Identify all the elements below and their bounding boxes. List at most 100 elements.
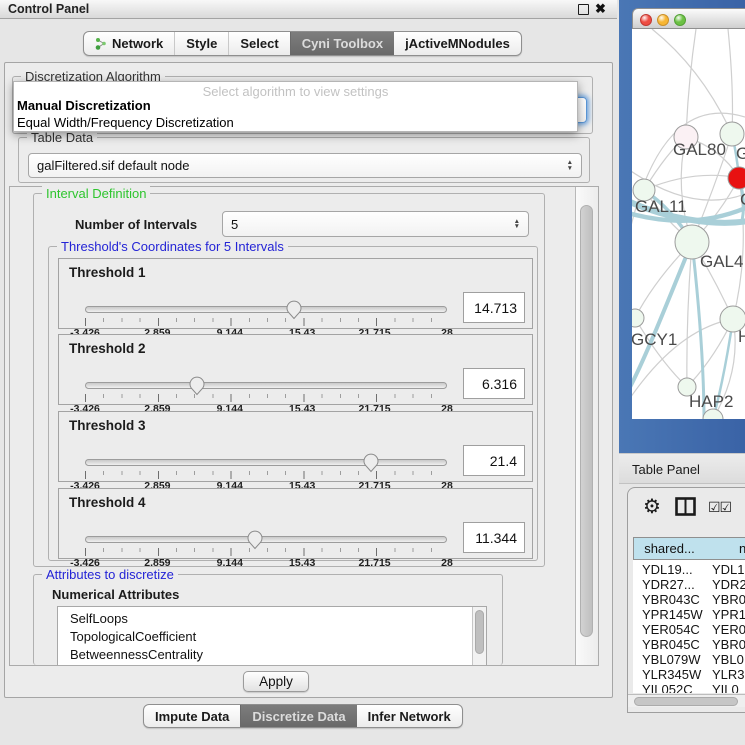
table-data-selected: galFiltered.sif default node	[37, 158, 567, 173]
node-label-gal4: GAL4	[700, 252, 743, 271]
network-window-titlebar[interactable]	[632, 8, 745, 29]
threshold-1-value-field[interactable]	[463, 292, 525, 323]
table-panel-window: ⚙ ☑☑ shared... n YDL19... YDL1 YDR27... …	[627, 487, 745, 713]
scrollbar-thumb[interactable]	[475, 610, 484, 654]
tab-impute-data[interactable]: Impute Data	[144, 705, 240, 727]
table-cell[interactable]: YLR345W	[642, 667, 701, 682]
threshold-2-slider-track[interactable]	[85, 382, 447, 389]
node-label-partial: C	[740, 190, 745, 209]
dropdown-option-equal-width[interactable]: Equal Width/Frequency Discretization	[14, 114, 577, 131]
network-graph: GAL80 G C GAL11 GAL4 H GCY1 HAP2	[632, 29, 745, 419]
node-label-gcy1: GCY1	[632, 330, 677, 349]
combo-stepper-icon: ▲▼	[514, 219, 520, 230]
minimize-traffic-light-icon[interactable]	[657, 14, 669, 26]
number-of-intervals-combobox[interactable]: 5 ▲▼	[222, 211, 529, 237]
threshold-1-slider-track[interactable]	[85, 306, 447, 313]
apply-button[interactable]: Apply	[243, 671, 309, 692]
screen: Control Panel ✖ Network Style Select Cyn…	[0, 0, 745, 745]
table-cell[interactable]: YER0	[712, 622, 745, 637]
close-traffic-light-icon[interactable]	[640, 14, 652, 26]
table-data-combobox[interactable]: galFiltered.sif default node ▲▼	[28, 153, 582, 178]
split-columns-icon[interactable]	[675, 497, 696, 516]
threshold-1-slider-thumb[interactable]	[286, 300, 302, 320]
threshold-3-panel: Threshold 3 -3.4262.8599.14415.4321.7152…	[58, 411, 533, 482]
tab-style[interactable]: Style	[174, 32, 228, 55]
threshold-4-slider-track[interactable]	[85, 536, 447, 543]
table-cell[interactable]: YBR0	[712, 592, 745, 607]
cyni-bottom-tabstrip: Impute Data Discretize Data Infer Networ…	[143, 704, 463, 728]
threshold-2-value-field[interactable]	[463, 368, 525, 399]
node-gcy1[interactable]	[632, 309, 644, 327]
table-data-group-title: Table Data	[27, 130, 97, 145]
network-icon	[95, 37, 107, 50]
slider-ticks	[85, 394, 449, 402]
slider-ticks	[85, 318, 449, 326]
control-panel-tabstrip: Network Style Select Cyni Toolbox jActiv…	[83, 31, 522, 56]
scrollbar-thumb[interactable]	[580, 205, 593, 637]
table-cell[interactable]: YPR1	[712, 607, 745, 622]
table-cell[interactable]: YIL0	[712, 682, 739, 693]
column-header-shared-name[interactable]: shared...	[633, 537, 706, 560]
threshold-1-panel: Threshold 1 -3.4262.8599.14415.4321.7152…	[58, 258, 533, 329]
tab-network[interactable]: Network	[84, 32, 174, 55]
vertical-scrollbar[interactable]	[575, 187, 598, 665]
table-cell[interactable]: YER054C	[642, 622, 700, 637]
numerical-attributes-list[interactable]: SelfLoops TopologicalCoefficient Between…	[57, 606, 487, 665]
threshold-2-label: Threshold 2	[69, 341, 146, 356]
maximize-traffic-light-icon[interactable]	[674, 14, 686, 26]
threshold-4-label: Threshold 4	[69, 495, 146, 510]
table-cell[interactable]: YBR0	[712, 637, 745, 652]
threshold-3-label: Threshold 3	[69, 418, 146, 433]
threshold-2-slider-thumb[interactable]	[189, 376, 205, 396]
list-item[interactable]: BetweennessCentrality	[58, 646, 486, 664]
column-header-name[interactable]: n	[705, 537, 745, 560]
threshold-4-slider-thumb[interactable]	[247, 530, 263, 550]
number-of-intervals-label: Number of Intervals	[75, 217, 197, 232]
table-cell[interactable]: YDR27...	[642, 577, 695, 592]
tab-cyni-toolbox[interactable]: Cyni Toolbox	[290, 32, 394, 55]
gear-icon[interactable]: ⚙	[643, 494, 661, 519]
select-columns-icon[interactable]: ☑☑	[708, 499, 731, 516]
table-cell[interactable]: YBL079W	[642, 652, 701, 667]
thresholds-group-title: Threshold's Coordinates for 5 Intervals	[57, 239, 288, 254]
dropdown-option-manual[interactable]: Manual Discretization	[14, 97, 577, 114]
list-item[interactable]: SelfLoops	[58, 610, 486, 628]
table-cell[interactable]: YBR043C	[642, 592, 700, 607]
algorithm-dropdown-popup: Select algorithm to view settings Manual…	[13, 81, 578, 132]
slider-ticks	[85, 548, 449, 556]
tab-discretize-data[interactable]: Discretize Data	[240, 705, 356, 727]
node-selected-red[interactable]	[728, 167, 745, 189]
table-cell[interactable]: YPR145W	[642, 607, 703, 622]
network-canvas[interactable]: GAL80 G C GAL11 GAL4 H GCY1 HAP2	[632, 29, 745, 419]
table-panel-title: Table Panel	[632, 462, 700, 477]
control-panel-titlebar: Control Panel ✖	[0, 0, 617, 19]
close-icon[interactable]: ✖	[595, 1, 606, 17]
tab-select[interactable]: Select	[228, 32, 289, 55]
threshold-3-slider-track[interactable]	[85, 459, 447, 466]
threshold-4-value-field[interactable]	[463, 522, 525, 553]
table-cell[interactable]: YIL052C	[642, 682, 693, 693]
horizontal-scrollbar[interactable]	[628, 694, 745, 707]
tab-infer-network[interactable]: Infer Network	[357, 705, 462, 727]
dropdown-hint: Select algorithm to view settings	[14, 82, 577, 97]
scrollbar-thumb[interactable]	[634, 697, 738, 706]
list-item[interactable]: TopologicalCoefficient	[58, 628, 486, 646]
attributes-group-title: Attributes to discretize	[42, 567, 178, 582]
threshold-3-slider-thumb[interactable]	[363, 453, 379, 473]
interval-definition-title: Interval Definition	[42, 186, 150, 201]
table-cell[interactable]: YBR045C	[642, 637, 700, 652]
table-cell[interactable]: YDL1	[712, 562, 745, 577]
table-cell[interactable]: YDR2	[712, 577, 745, 592]
node-label-hap2: HAP2	[689, 392, 733, 411]
table-cell[interactable]: YLR3	[712, 667, 745, 682]
list-scrollbar[interactable]	[472, 607, 486, 665]
table-cell[interactable]: YDL19...	[642, 562, 693, 577]
table-cell[interactable]: YBL0	[712, 652, 744, 667]
table-data-group: Table Data galFiltered.sif default node …	[18, 137, 590, 183]
threshold-1-label: Threshold 1	[69, 265, 146, 280]
float-icon[interactable]	[578, 4, 589, 15]
number-of-intervals-value: 5	[231, 217, 514, 232]
tab-jactivemnodules[interactable]: jActiveMNodules	[394, 32, 521, 55]
threshold-4-panel: Threshold 4 -3.4262.8599.14415.4321.7152…	[58, 488, 533, 559]
threshold-3-value-field[interactable]	[463, 445, 525, 476]
